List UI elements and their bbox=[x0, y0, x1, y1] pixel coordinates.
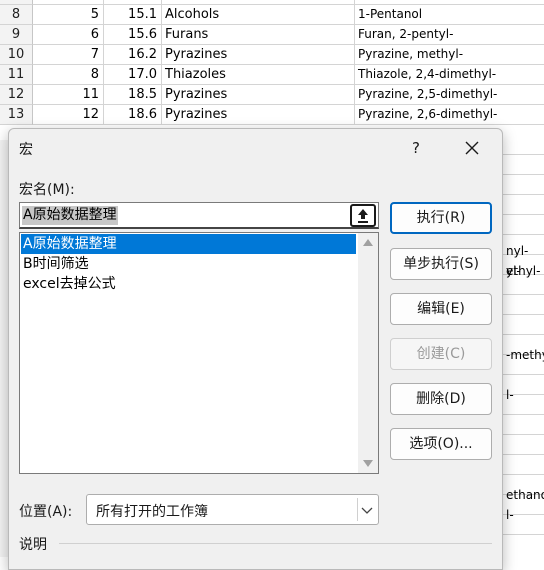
cell-peek: nyl- bbox=[506, 244, 529, 258]
sheet-cell[interactable]: 15.6 bbox=[104, 25, 162, 45]
dialog-title: 宏 bbox=[19, 142, 33, 158]
sheet-row: 10 7 16.2 Pyrazines Pyrazine, methyl- bbox=[0, 45, 544, 65]
sheet-cell[interactable]: Alcohols bbox=[162, 5, 355, 25]
macro-list-item[interactable]: B时间筛选 bbox=[21, 254, 356, 274]
sheet-cell[interactable]: Furan, 2-pentyl- bbox=[355, 25, 544, 45]
macro-name-input[interactable]: A原始数据整理 bbox=[19, 202, 379, 229]
row-header[interactable]: 10 bbox=[0, 45, 33, 65]
sheet-cell[interactable]: 5 bbox=[33, 5, 104, 25]
macro-list-item[interactable]: A原始数据整理 bbox=[21, 234, 356, 254]
step-into-button[interactable]: 单步执行(S) bbox=[390, 248, 492, 280]
row-header[interactable]: 8 bbox=[0, 5, 33, 25]
create-button[interactable]: 创建(C) bbox=[390, 338, 492, 370]
macro-list-item[interactable]: excel去掉公式 bbox=[21, 274, 356, 294]
list-scrollbar[interactable] bbox=[358, 233, 378, 473]
collapse-ref-button[interactable] bbox=[350, 204, 376, 227]
sheet-cell[interactable]: 1-Pentanol bbox=[355, 5, 544, 25]
row-header[interactable]: 13 bbox=[0, 105, 33, 125]
row-header[interactable]: 11 bbox=[0, 65, 33, 85]
macro-name-label-text: 宏名(M): bbox=[19, 182, 75, 198]
macro-name-value: A原始数据整理 bbox=[22, 206, 118, 225]
sheet-cell[interactable]: Pyrazines bbox=[162, 105, 355, 125]
row-header[interactable]: 12 bbox=[0, 85, 33, 105]
cell-peek: yl- bbox=[506, 264, 521, 278]
sheet-row: 13 12 18.6 Pyrazines Pyrazine, 2,6-dimethyl- bbox=[0, 105, 544, 125]
location-label: 位置(A): bbox=[19, 504, 73, 520]
sheet-row: 9 6 15.6 Furans Furan, 2-pentyl- bbox=[0, 25, 544, 45]
edit-button[interactable]: 编辑(E) bbox=[390, 293, 492, 325]
cell-peek: -methyl- bbox=[506, 348, 544, 362]
sheet-row: 8 5 15.1 Alcohols 1-Pentanol bbox=[0, 5, 544, 25]
sheet-cell[interactable]: Thiazole, 2,4-dimethyl- bbox=[355, 65, 544, 85]
run-button[interactable]: 执行(R) bbox=[390, 202, 492, 234]
sheet-cell[interactable]: 8 bbox=[33, 65, 104, 85]
sheet-cell[interactable]: 12 bbox=[33, 105, 104, 125]
sheet-cell[interactable]: Pyrazine, 2,5-dimethyl- bbox=[355, 85, 544, 105]
sheet-cell[interactable]: 18.5 bbox=[104, 85, 162, 105]
sheet-cell[interactable]: 16.2 bbox=[104, 45, 162, 65]
scroll-up-icon[interactable] bbox=[363, 239, 373, 246]
cell-peek: l- bbox=[506, 388, 514, 402]
sheet-cell[interactable]: Pyrazine, methyl- bbox=[355, 45, 544, 65]
location-value: 所有打开的工作簿 bbox=[96, 504, 208, 520]
options-button[interactable]: 选项(O)... bbox=[390, 428, 492, 460]
macro-dialog: 宏 ? 宏名(M): A原始数据整理 A原始数据整理 B时间筛选 excel去掉… bbox=[8, 128, 503, 570]
macro-name-label: 宏名(M): bbox=[19, 179, 75, 199]
sheet-cell[interactable]: Pyrazines bbox=[162, 85, 355, 105]
sheet-cell[interactable]: 7 bbox=[33, 45, 104, 65]
close-button[interactable] bbox=[459, 135, 485, 161]
sheet-cell[interactable]: Pyrazines bbox=[162, 45, 355, 65]
chevron-down-icon bbox=[361, 507, 373, 514]
sheet-cell[interactable]: 15.1 bbox=[104, 5, 162, 25]
sheet-cell[interactable]: 17.0 bbox=[104, 65, 162, 85]
location-select[interactable]: 所有打开的工作簿 bbox=[86, 494, 379, 525]
select-divider bbox=[357, 498, 358, 521]
close-icon bbox=[465, 141, 479, 155]
row-header[interactable]: 9 bbox=[0, 25, 33, 45]
sheet-cell[interactable]: Thiazoles bbox=[162, 65, 355, 85]
description-divider bbox=[59, 543, 492, 544]
help-button[interactable]: ? bbox=[407, 135, 425, 161]
cell-peek: l- bbox=[506, 508, 514, 522]
sheet-cell[interactable]: Furans bbox=[162, 25, 355, 45]
sheet-cell[interactable]: Pyrazine, 2,6-dimethyl- bbox=[355, 105, 544, 125]
sheet-row: 12 11 18.5 Pyrazines Pyrazine, 2,5-dimethyl- bbox=[0, 85, 544, 105]
sheet-cell[interactable]: 18.6 bbox=[104, 105, 162, 125]
scroll-down-icon[interactable] bbox=[363, 460, 373, 467]
description-label: 说明 bbox=[19, 537, 47, 553]
arrow-up-bar-icon bbox=[358, 209, 368, 223]
sheet-cell[interactable]: 11 bbox=[33, 85, 104, 105]
sheet-cell[interactable]: 6 bbox=[33, 25, 104, 45]
delete-button[interactable]: 删除(D) bbox=[390, 383, 492, 415]
sheet-row: 11 8 17.0 Thiazoles Thiazole, 2,4-dimethyl- bbox=[0, 65, 544, 85]
macro-list[interactable]: A原始数据整理 B时间筛选 excel去掉公式 bbox=[19, 232, 379, 474]
cell-peek: ethanon bbox=[506, 488, 544, 502]
